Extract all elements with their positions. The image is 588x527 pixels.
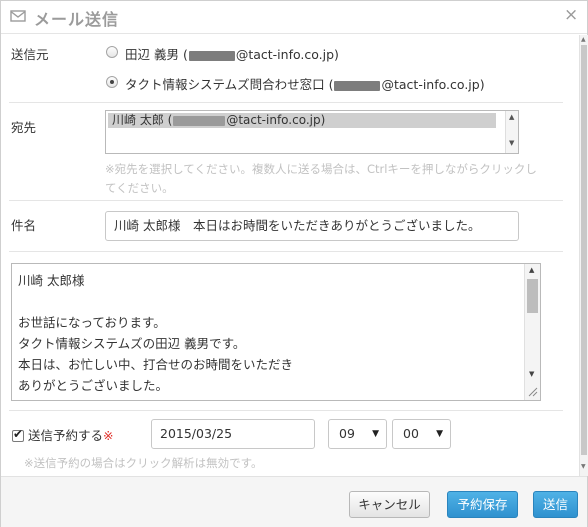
cancel-button[interactable]: キャンセル: [349, 491, 430, 518]
sender-radio-contact[interactable]: [106, 76, 118, 88]
resize-grip-icon[interactable]: [526, 385, 538, 397]
body-line: ありがとうございました。: [18, 378, 169, 393]
schedule-date-input[interactable]: 2015/03/25: [151, 419, 315, 449]
dialog-scrollbar[interactable]: ▲ ▼: [579, 35, 588, 476]
dialog-body: 送信元 田辺 義男 ( @tact-info.co.jp) タクト情報システムズ問…: [1, 35, 579, 476]
scroll-up-icon[interactable]: ▲: [509, 113, 514, 121]
subject-label: 件名: [11, 218, 37, 233]
sender-option-contact[interactable]: タクト情報システムズ問合わせ窓口 ( @tact-info.co.jp): [125, 74, 485, 93]
scroll-up-icon[interactable]: ▲: [581, 36, 586, 43]
sender-option-personal-domain: @tact-info.co.jp): [235, 47, 339, 62]
scroll-down-icon[interactable]: ▼: [581, 463, 586, 470]
divider: [9, 410, 563, 411]
sender-label: 送信元: [11, 47, 49, 62]
recipient-hint: ※宛先を選択してください。複数人に送る場合は、Ctrlキーを押しながらクリックし…: [105, 160, 575, 198]
recipient-hint-line2: てください。: [105, 181, 174, 195]
chevron-down-icon: ▼: [436, 429, 443, 439]
sender-radio-personal[interactable]: [106, 46, 118, 58]
divider: [9, 200, 563, 201]
recipient-hint-line1: ※宛先を選択してください。複数人に送る場合は、Ctrlキーを押しながらクリックし: [105, 162, 537, 176]
close-icon[interactable]: ×: [564, 7, 578, 24]
scroll-up-icon[interactable]: ▲: [529, 266, 534, 274]
recipient-listbox[interactable]: 川崎 太郎 ( @tact-info.co.jp) ▲ ▼: [105, 110, 519, 154]
body-line: 本日は、お忙しい中、打合せのお時間をいただき: [18, 357, 294, 372]
schedule-minute-select[interactable]: 00 ▼: [392, 419, 451, 449]
dialog-header: メール送信 ×: [1, 1, 587, 34]
dialog-footer: キャンセル 予約保存 送信: [1, 476, 587, 527]
mail-icon: [10, 10, 26, 22]
body-line: タクト情報システムズの田辺 義男です。: [18, 336, 246, 351]
recipient-label: 宛先: [11, 120, 37, 135]
sender-option-personal[interactable]: 田辺 義男 ( @tact-info.co.jp): [125, 44, 339, 63]
send-button[interactable]: 送信: [533, 491, 578, 518]
schedule-label-text: 送信予約する: [28, 428, 104, 443]
dialog-title: メール送信: [34, 10, 120, 29]
schedule-minute-value: 00: [403, 426, 419, 441]
required-mark: ※: [103, 428, 114, 443]
body-line: お世話になっております。: [18, 315, 166, 330]
reserve-save-button[interactable]: 予約保存: [447, 491, 518, 518]
body-scrollbar[interactable]: ▲ ▼: [524, 264, 540, 400]
check-icon: ✔: [13, 427, 24, 441]
redacted-username: [334, 80, 381, 91]
recipient-domain: @tact-info.co.jp): [226, 113, 326, 127]
recipient-scrollbar[interactable]: ▲ ▼: [505, 111, 518, 153]
body-textarea[interactable]: 川崎 太郎様 お世話になっております。 タクト情報システムズの田辺 義男です。 …: [11, 263, 541, 401]
redacted-username: [173, 115, 226, 126]
schedule-checkbox[interactable]: ✔: [12, 427, 24, 442]
scroll-thumb[interactable]: [527, 279, 538, 313]
schedule-hour-value: 09: [339, 426, 355, 441]
mail-send-dialog: メール送信 × 送信元 田辺 義男 ( @tact-info.co.jp) タクト…: [0, 0, 588, 527]
sender-option-contact-domain: @tact-info.co.jp): [381, 77, 485, 92]
recipient-name: 川崎 太郎 (: [112, 113, 173, 127]
scroll-down-icon[interactable]: ▼: [509, 139, 514, 147]
scroll-thumb[interactable]: [581, 45, 587, 455]
chevron-down-icon: ▼: [372, 429, 379, 439]
sender-option-contact-name: タクト情報システムズ問合わせ窓口 (: [125, 77, 334, 92]
scroll-down-icon[interactable]: ▼: [529, 370, 534, 378]
body-line: 川崎 太郎様: [18, 273, 85, 288]
schedule-hour-select[interactable]: 09 ▼: [328, 419, 387, 449]
subject-input[interactable]: 川崎 太郎様 本日はお時間をいただきありがとうございました。: [105, 211, 519, 241]
redacted-username: [188, 50, 235, 61]
divider: [9, 251, 563, 252]
divider: [9, 102, 563, 103]
recipient-option-selected[interactable]: 川崎 太郎 ( @tact-info.co.jp): [108, 113, 496, 128]
schedule-label[interactable]: 送信予約する※: [28, 425, 114, 444]
schedule-note: ※送信予約の場合はクリック解析は無効です。: [24, 456, 263, 470]
sender-option-personal-name: 田辺 義男 (: [125, 47, 188, 62]
